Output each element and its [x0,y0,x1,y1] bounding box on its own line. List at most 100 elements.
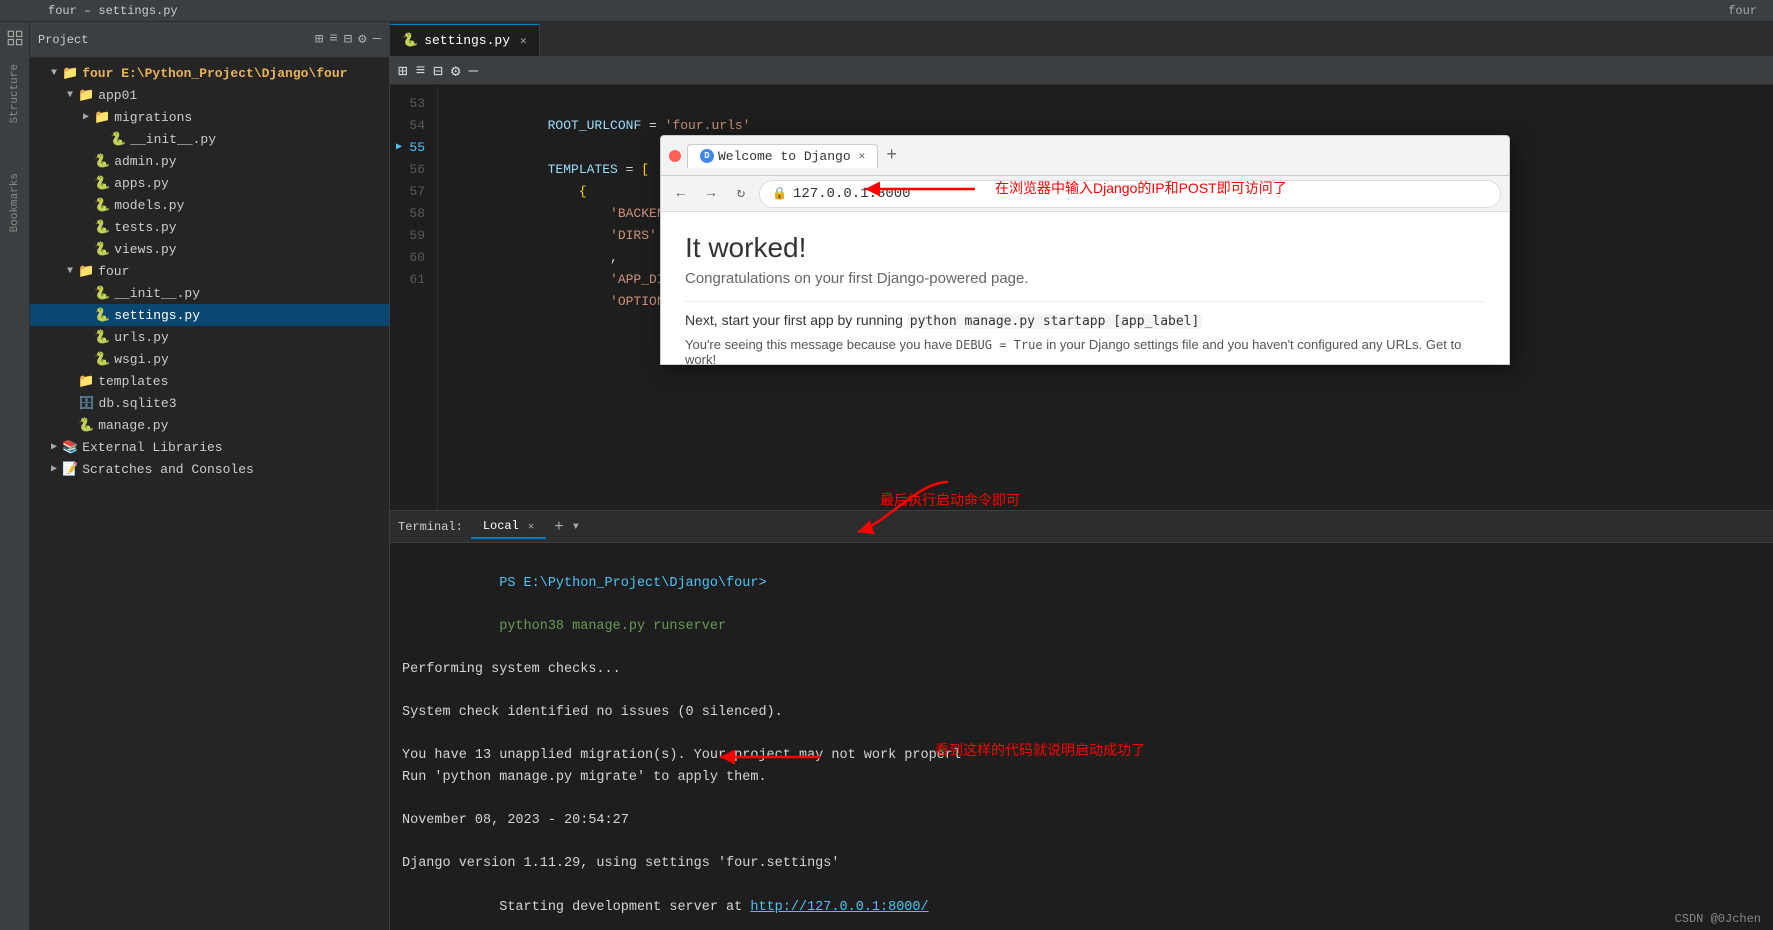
tree-item-settings[interactable]: 🐍 settings.py [30,304,389,326]
line-num-61: 61 [394,269,433,291]
line-num-60: 60 [394,247,433,269]
browser-tab-title: Welcome to Django [718,149,851,164]
tree-label-tests: tests.py [114,220,176,235]
terminal-out-blank-1 [402,681,1761,703]
terminal-out-2: System check identified no issues (0 sil… [402,702,1761,724]
terminal-more-icon[interactable]: ▾ [572,518,580,535]
tree-label-apps: apps.py [114,176,169,191]
tree-icon-close[interactable]: — [373,31,381,48]
tree-label-app01: app01 [98,88,137,103]
line-num-54: 54 [394,115,433,137]
tree-item-tests[interactable]: 🐍 tests.py [30,216,389,238]
tree-root-label: four E:\Python_Project\Django\four [82,66,347,81]
tree-item-db[interactable]: 🗄 db.sqlite3 [30,392,389,414]
tree-root[interactable]: ▼ 📁 four E:\Python_Project\Django\four [30,62,389,84]
terminal-out-3: You have 13 unapplied migration(s). Your… [402,745,1761,767]
line-num-58: 58 [394,203,433,225]
terminal-out-blank-3 [402,789,1761,811]
browser-forward-btn[interactable]: → [699,182,723,206]
browser-debug-code: DEBUG = True [956,338,1043,352]
terminal-command-text: python38 manage.py runserver [499,619,726,634]
tree-item-migrations[interactable]: ▶ 📁 migrations [30,106,389,128]
topbar-path: four – settings.py [48,4,178,18]
browser-debug-text: You're seeing this message because you h… [685,337,1485,364]
tree-item-four-folder[interactable]: ▼ 📁 four [30,260,389,282]
watermark: CSDN @0Jchen [1675,912,1761,926]
toolbar-split-icon[interactable]: ⊟ [433,61,443,81]
browser-divider [685,301,1485,302]
browser-tab-bar: D Welcome to Django ✕ + [687,144,1501,168]
toolbar-minimize-icon[interactable]: — [469,62,479,80]
tree-label-models: models.py [114,198,184,213]
terminal-panel: Terminal: Local ✕ + ▾ PS E:\Python_Proje… [390,510,1773,930]
toolbar-layout-icon[interactable]: ⊞ [398,61,408,81]
tree-item-scratches[interactable]: ▶ 📝 Scratches and Consoles [30,458,389,480]
browser-next-text: Next, start your first app by running py… [685,312,1485,329]
tree-label-init-four: __init__.py [114,286,200,301]
bookmarks-label: Bookmarks [9,169,21,236]
browser-tab-django[interactable]: D Welcome to Django ✕ [687,144,878,168]
file-tree-header: Project ⊞ ≡ ⊟ ⚙ — [30,22,389,58]
structure-label: Structure [9,60,21,127]
toolbar-list-icon[interactable]: ≡ [416,62,426,80]
tree-label-db: db.sqlite3 [99,396,177,411]
tree-label-four-folder: four [98,264,129,279]
tree-item-init-four[interactable]: 🐍 __init__.py [30,282,389,304]
browser-window: D Welcome to Django ✕ + ← → ↻ 🔒 127.0.0.… [660,135,1510,365]
code-line-53: ROOT_URLCONF = 'four.urls' [454,93,1773,115]
browser-next-code: python manage.py startapp [app_label] [907,314,1203,329]
terminal-tab-local[interactable]: Local ✕ [471,515,546,539]
tree-item-init-migrations[interactable]: 🐍 __init__.py [30,128,389,150]
toolbar-settings-icon[interactable]: ⚙ [451,61,461,81]
tree-label-settings: settings.py [114,308,200,323]
tree-item-models[interactable]: 🐍 models.py [30,194,389,216]
tree-item-apps[interactable]: 🐍 apps.py [30,172,389,194]
tree-item-urls[interactable]: 🐍 urls.py [30,326,389,348]
tree-label-admin: admin.py [114,154,176,169]
tab-label-settings: settings.py [424,33,510,48]
browser-tab-close-btn[interactable]: ✕ [859,149,866,163]
tree-item-app01[interactable]: ▼ 📁 app01 [30,84,389,106]
editor-toolbar: ⊞ ≡ ⊟ ⚙ — [390,57,1773,85]
tree-icon-list[interactable]: ≡ [329,31,337,48]
terminal-out-blank-2 [402,724,1761,746]
tree-item-wsgi[interactable]: 🐍 wsgi.py [30,348,389,370]
line-num-56: 56 [394,159,433,181]
line-num-57: 57 [394,181,433,203]
tree-item-views[interactable]: 🐍 views.py [30,238,389,260]
tree-icon-collapse[interactable]: ⊟ [344,31,352,48]
tree-label-views: views.py [114,242,176,257]
browser-back-btn[interactable]: ← [669,182,693,206]
tree-label-wsgi: wsgi.py [114,352,169,367]
browser-url-text: 127.0.0.1:8000 [793,186,911,202]
terminal-tab-close[interactable]: ✕ [528,522,534,533]
tree-item-templates[interactable]: 📁 templates [30,370,389,392]
tree-item-admin[interactable]: 🐍 admin.py [30,150,389,172]
terminal-out-1: Performing system checks... [402,659,1761,681]
editor-tabs: 🐍 settings.py ✕ [390,22,1773,57]
tree-label-scratches: Scratches and Consoles [82,462,254,477]
side-icons-panel: Structure Bookmarks [0,22,30,930]
tab-close-settings[interactable]: ✕ [520,34,527,48]
browser-tab-icon: D [700,149,714,163]
tree-item-manage[interactable]: 🐍 manage.py [30,414,389,436]
editor-tab-settings[interactable]: 🐍 settings.py ✕ [390,24,540,56]
line-num-53: 53 [394,93,433,115]
terminal-out-4: Run 'python manage.py migrate' to apply … [402,767,1761,789]
browser-close-btn[interactable] [669,150,681,162]
browser-refresh-btn[interactable]: ↻ [729,182,753,206]
browser-address-bar: ← → ↻ 🔒 127.0.0.1:8000 [661,176,1509,212]
browser-new-tab-btn[interactable]: + [882,146,901,166]
terminal-add-icon[interactable]: + [554,518,564,536]
browser-content: It worked! Congratulations on your first… [661,212,1509,364]
tree-icon-settings[interactable]: ⚙ [358,31,366,48]
browser-url-box[interactable]: 🔒 127.0.0.1:8000 [759,180,1501,208]
line-num-55: 55 [394,137,433,159]
terminal-link-server[interactable]: http://127.0.0.1:8000/ [750,900,928,915]
tree-item-ext-libs[interactable]: ▶ 📚 External Libraries [30,436,389,458]
terminal-tab-label: Local [483,519,519,533]
project-icon[interactable] [3,26,27,50]
terminal-content[interactable]: PS E:\Python_Project\Django\four> python… [390,543,1773,930]
tree-icon-layout[interactable]: ⊞ [315,31,323,48]
file-tree-panel: Project ⊞ ≡ ⊟ ⚙ — ▼ 📁 four E:\Python_Pro… [30,22,390,930]
